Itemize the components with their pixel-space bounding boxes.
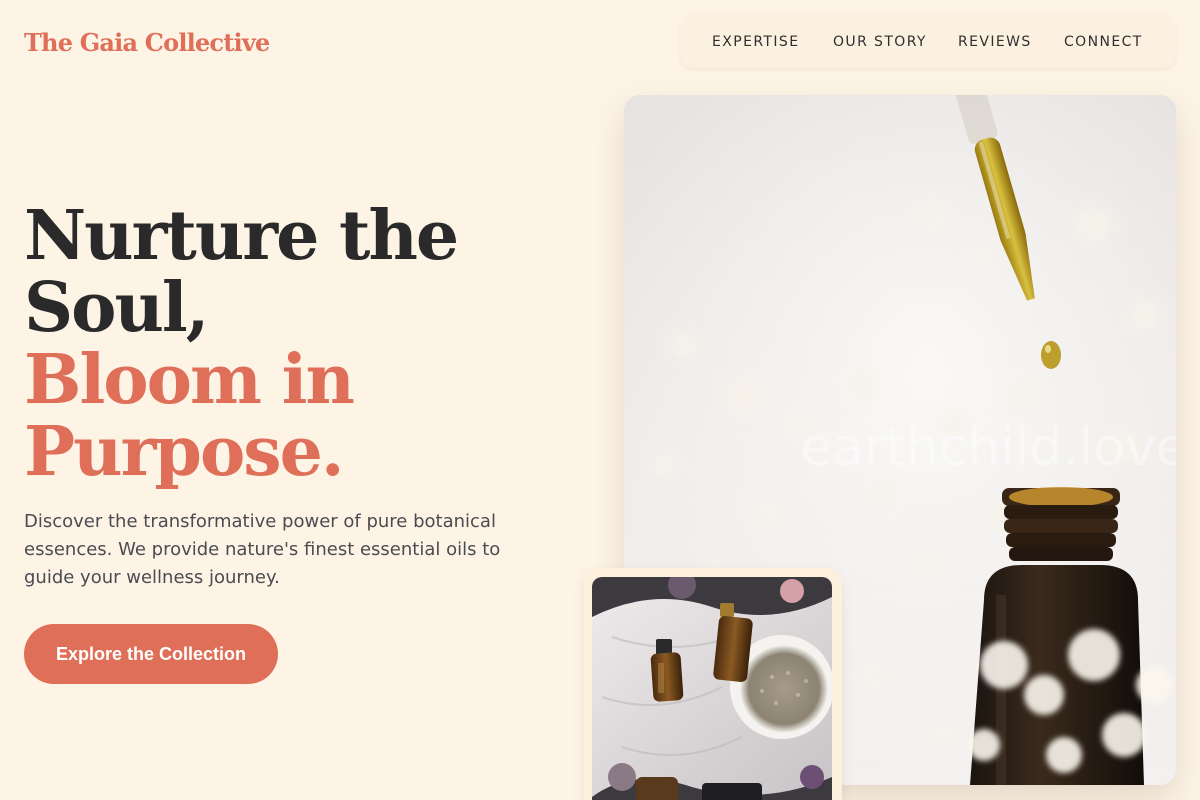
- main-nav: EXPERTISE OUR STORY REVIEWS CONNECT: [680, 14, 1176, 68]
- nav-item-connect[interactable]: CONNECT: [1064, 34, 1143, 50]
- inset-image-oil-bottles: [592, 577, 832, 800]
- inset-image-art: [592, 577, 832, 800]
- nav-item-our-story[interactable]: OUR STORY: [833, 34, 927, 50]
- hero-headline: Nurture the Soul, Bloom in Purpose.: [24, 200, 584, 488]
- headline-accent-line-2: Purpose.: [24, 412, 345, 492]
- headline-line-1: Nurture the: [24, 196, 459, 276]
- hero-description: Discover the transformative power of pur…: [24, 511, 501, 588]
- explore-collection-button[interactable]: Explore the Collection: [24, 624, 278, 684]
- nav-item-reviews[interactable]: REVIEWS: [958, 34, 1032, 50]
- headline-line-2: Soul,: [24, 268, 209, 348]
- brand-logo[interactable]: The Gaia Collective: [24, 28, 270, 57]
- nav-item-expertise[interactable]: EXPERTISE: [712, 34, 799, 50]
- headline-accent-line-1: Bloom in: [24, 340, 355, 420]
- hero-image-watermark: earthchild.love: [800, 418, 1176, 478]
